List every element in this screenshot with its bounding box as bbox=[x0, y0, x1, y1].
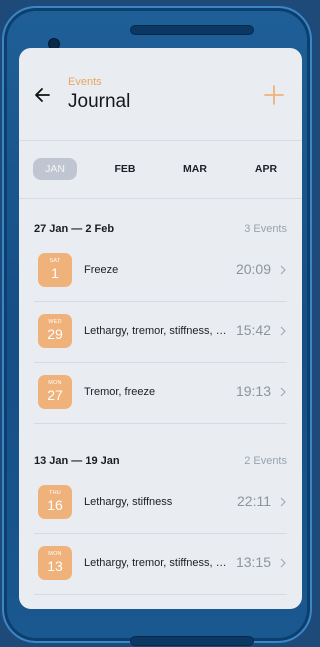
group-count: 3 Events bbox=[244, 223, 287, 235]
date-badge: MON 13 bbox=[38, 546, 72, 580]
add-event-icon[interactable] bbox=[263, 84, 285, 106]
badge-weekday: SAT bbox=[49, 258, 61, 264]
tab-month-feb[interactable]: FEB bbox=[103, 158, 147, 180]
tab-month-jan[interactable]: JAN bbox=[33, 158, 77, 180]
header-divider bbox=[19, 140, 302, 141]
event-time: 20:09 bbox=[235, 261, 271, 277]
speaker-grille bbox=[130, 25, 254, 35]
page-title: Journal bbox=[68, 91, 131, 112]
badge-day: 1 bbox=[51, 265, 59, 281]
event-row[interactable]: MON 27 Tremor, freeze 19:13 bbox=[34, 363, 287, 424]
date-badge: THU 16 bbox=[38, 485, 72, 519]
chevron-right-icon bbox=[280, 497, 286, 507]
back-arrow-icon[interactable] bbox=[33, 85, 53, 105]
bottom-speaker bbox=[130, 636, 254, 646]
event-description: Freeze bbox=[84, 264, 119, 276]
month-tabs: JAN FEB MAR APR bbox=[19, 158, 302, 182]
event-row[interactable]: THU 16 Lethargy, stiffness 22:11 bbox=[34, 473, 287, 534]
badge-day: 13 bbox=[47, 558, 63, 574]
event-time: 22:11 bbox=[237, 493, 271, 509]
chevron-right-icon bbox=[280, 387, 286, 397]
group-range: 27 Jan — 2 Feb bbox=[34, 223, 115, 235]
badge-weekday: THU bbox=[49, 490, 61, 496]
event-row[interactable]: SAT 1 Freeze 20:09 bbox=[34, 241, 287, 302]
badge-day: 16 bbox=[47, 497, 63, 513]
header: Events Journal bbox=[19, 48, 302, 140]
event-row[interactable]: MON 13 Lethargy, tremor, stiffness, … 13… bbox=[34, 534, 287, 595]
badge-weekday: MON bbox=[48, 551, 62, 557]
app-screen: Events Journal JAN FEB MAR APR 27 Jan — … bbox=[19, 48, 302, 609]
badge-weekday: WED bbox=[48, 319, 62, 325]
event-time: 13:15 bbox=[235, 554, 271, 570]
chevron-right-icon bbox=[280, 326, 286, 336]
group-count: 2 Events bbox=[244, 455, 287, 467]
event-description: Tremor, freeze bbox=[84, 386, 156, 398]
group-range: 13 Jan — 19 Jan bbox=[34, 455, 120, 467]
event-description: Lethargy, stiffness bbox=[84, 496, 173, 508]
chevron-right-icon bbox=[280, 265, 286, 275]
date-badge: WED 29 bbox=[38, 314, 72, 348]
badge-weekday: MON bbox=[48, 380, 62, 386]
row-divider bbox=[34, 423, 287, 424]
event-row[interactable]: WED 29 Lethargy, tremor, stiffness, … 15… bbox=[34, 302, 287, 363]
chevron-right-icon bbox=[280, 558, 286, 568]
event-time: 15:42 bbox=[235, 322, 271, 338]
date-badge: SAT 1 bbox=[38, 253, 72, 287]
badge-day: 27 bbox=[47, 387, 63, 403]
event-description: Lethargy, tremor, stiffness, … bbox=[84, 557, 227, 569]
event-time: 19:13 bbox=[235, 383, 271, 399]
row-divider bbox=[34, 594, 287, 595]
event-description: Lethargy, tremor, stiffness, … bbox=[84, 325, 227, 337]
months-divider bbox=[19, 198, 302, 199]
date-badge: MON 27 bbox=[38, 375, 72, 409]
tab-month-mar[interactable]: MAR bbox=[173, 158, 217, 180]
header-subtitle: Events bbox=[68, 76, 102, 88]
badge-day: 29 bbox=[47, 326, 63, 342]
tab-month-apr[interactable]: APR bbox=[244, 158, 288, 180]
